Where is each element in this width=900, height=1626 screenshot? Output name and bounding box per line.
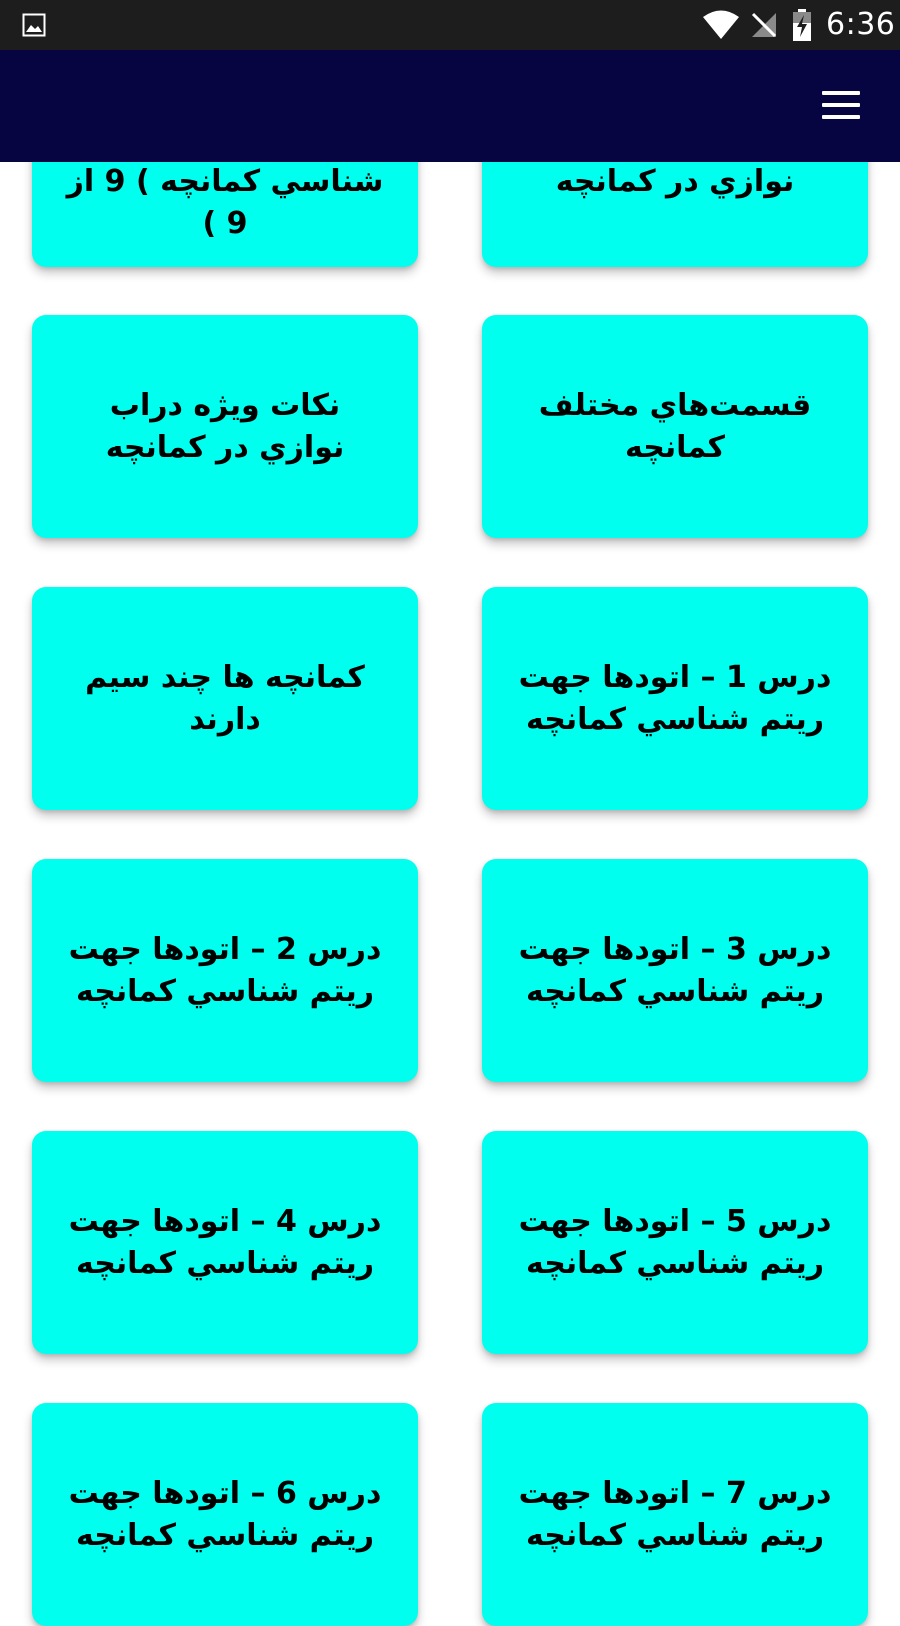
wifi-icon [703,10,739,39]
menu-bar-line [822,91,860,95]
lesson-card-label: نكات ويژه دراب نوازي در كمانچه [105,387,345,465]
lesson-card[interactable]: درس 2 – اتودها جهت ريتم شناسي كمانچه [32,859,418,1082]
lesson-card[interactable]: درس 6 – اتودها جهت ريتم شناسي كمانچه [32,1403,418,1626]
lesson-card[interactable]: كمانچه ها چند سيم دارند [32,587,418,810]
app-bar [0,50,900,162]
menu-bar-line [822,115,860,119]
status-clock: 6:36 [826,7,896,42]
lesson-card[interactable]: نكات ويژه دراب نوازي در كمانچه [32,315,418,538]
hamburger-menu-icon[interactable] [818,88,862,124]
lesson-card[interactable]: درس 1 – اتودها جهت ريتم شناسي كمانچه [482,587,868,810]
lesson-card[interactable]: درس 4 – اتودها جهت ريتم شناسي كمانچه [32,1131,418,1354]
status-bar: 6:36 [0,0,900,50]
lesson-card[interactable]: درس 3 – اتودها جهت ريتم شناسي كمانچه [482,859,868,1082]
lesson-card[interactable]: درس 7 – اتودها جهت ريتم شناسي كمانچه [482,1403,868,1626]
lesson-card-label: قسمت‌هاي مختلف كمانچه [538,387,812,465]
menu-bar-line [822,103,860,107]
lesson-card-label: درس 1 – اتودها جهت ريتم شناسي كمانچه [518,659,832,737]
lesson-card-label: درس 7 – اتودها جهت ريتم شناسي كمانچه [518,1475,832,1553]
lesson-card[interactable]: قسمت‌هاي مختلف كمانچه [482,315,868,538]
lesson-card-label: درس 5 – اتودها جهت ريتم شناسي كمانچه [518,1203,832,1281]
lesson-card[interactable]: درس 5 – اتودها جهت ريتم شناسي كمانچه [482,1131,868,1354]
no-signal-icon [751,12,777,38]
gallery-icon [22,13,46,37]
lesson-card-label: نوازي در كمانچه [555,163,795,199]
lesson-card-label: كمانچه ها چند سيم دارند [85,659,365,737]
battery-charging-icon [793,9,811,41]
lesson-card-label: درس 2 – اتودها جهت ريتم شناسي كمانچه [68,931,382,1009]
lesson-card-label: درس 3 – اتودها جهت ريتم شناسي كمانچه [518,931,832,1009]
lesson-grid: 6/8 جهت ريتم شناسي كمانچه ) 9 از 9 ) نوا… [0,0,900,1626]
lesson-card-label: درس 6 – اتودها جهت ريتم شناسي كمانچه [68,1475,382,1553]
lesson-card-label: درس 4 – اتودها جهت ريتم شناسي كمانچه [68,1203,382,1281]
